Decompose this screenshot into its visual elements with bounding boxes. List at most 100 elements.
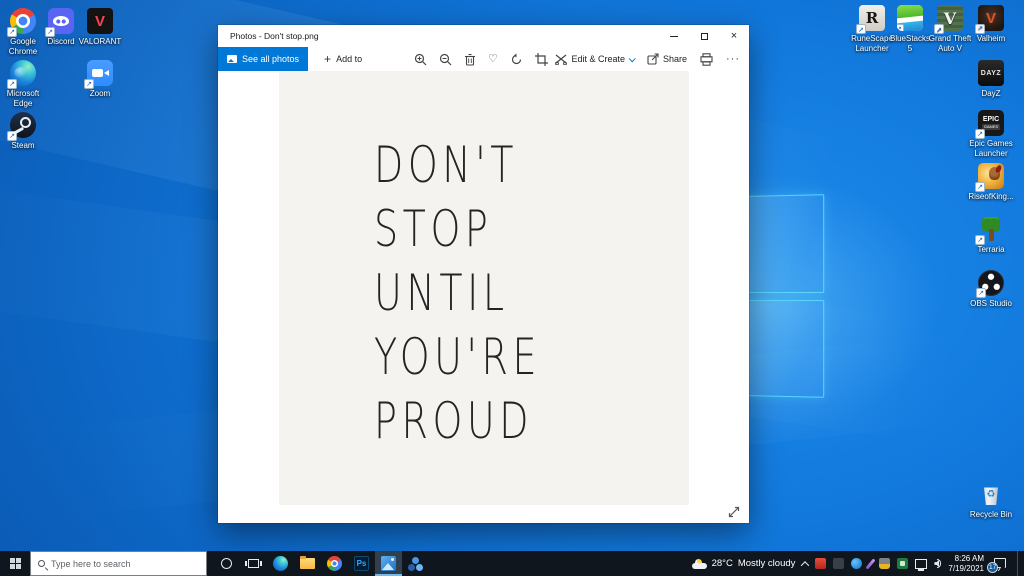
taskbar-search[interactable] (30, 551, 207, 576)
edit-create-icon (555, 53, 567, 65)
taskbar-chrome-button[interactable] (321, 551, 348, 576)
desktop-icon-label: Terraria (977, 245, 1004, 255)
photos-toolbar: See all photos + Add to ♡ (218, 47, 749, 71)
quote-line: YOU'RE (374, 325, 613, 389)
desktop-icon-label: OBS Studio (970, 299, 1012, 309)
desktop-icon-steam[interactable]: ↗ Steam (0, 112, 46, 151)
windows-logo-pane (746, 194, 824, 292)
search-input[interactable] (51, 559, 181, 569)
taskbar: Ps 28°C Mostly cloudy 8:26 AM 7/19/2021 … (0, 551, 1024, 576)
photos-app-window: Photos - Don't stop.png × See all photos… (218, 25, 749, 523)
shortcut-arrow-icon: ↗ (975, 235, 985, 245)
tray-icon-blue[interactable] (851, 558, 862, 569)
desktop-icon-gta-v[interactable]: V↗ Grand Theft Auto V (927, 5, 973, 53)
zoom-in-button[interactable] (414, 53, 427, 66)
epic-games-icon: EPIC GAMES ↗ (978, 110, 1004, 136)
desktop-icon-microsoft-edge[interactable]: ↗ Microsoft Edge (0, 60, 46, 108)
search-icon (38, 560, 45, 567)
maximize-button[interactable] (689, 25, 719, 47)
window-title: Photos - Don't stop.png (218, 31, 659, 41)
weather-condition: Mostly cloudy (738, 558, 796, 569)
photo-dont-stop[interactable]: DON'T STOP UNTIL YOU'RE PROUD (279, 71, 689, 505)
tray-icon-shield[interactable] (879, 558, 890, 569)
zoom-out-button[interactable] (439, 53, 452, 66)
shortcut-arrow-icon: ↗ (7, 131, 17, 141)
tray-icon-pen[interactable] (866, 558, 876, 569)
shortcut-arrow-icon: ↗ (856, 24, 866, 34)
edit-and-create-button[interactable]: Edit & Create (555, 53, 634, 65)
desktop-icon-valheim[interactable]: V↗ Valheim (968, 5, 1014, 44)
shortcut-arrow-icon: ↗ (7, 79, 17, 89)
see-all-photos-button[interactable]: See all photos (218, 47, 308, 71)
taskbar-file-explorer-button[interactable] (294, 551, 321, 576)
tray-icon-red[interactable] (815, 558, 826, 569)
taskbar-weather-widget[interactable]: 28°C Mostly cloudy (692, 558, 796, 569)
minimize-button[interactable] (659, 25, 689, 47)
desktop-icon-recycle-bin[interactable]: ♻ Recycle Bin (968, 481, 1014, 520)
share-button[interactable]: Share (647, 53, 687, 65)
network-icon[interactable] (915, 559, 927, 569)
delete-button[interactable] (464, 53, 476, 66)
close-button[interactable]: × (719, 25, 749, 47)
desktop-icon-epic-games[interactable]: EPIC GAMES ↗ Epic Games Launcher (968, 110, 1014, 158)
quote-line: PROUD (374, 389, 613, 453)
edit-create-label: Edit & Create (571, 54, 625, 64)
rotate-button[interactable] (510, 53, 523, 66)
steam-icon: ↗ (10, 112, 36, 138)
taskbar-photoshop-button[interactable]: Ps (348, 551, 375, 576)
tray-icon-dark[interactable] (833, 558, 844, 569)
fullscreen-button[interactable] (727, 505, 741, 519)
taskbar-cortana-button[interactable] (213, 551, 240, 576)
taskbar-photos-button-active[interactable] (375, 551, 402, 576)
print-button[interactable] (700, 53, 713, 66)
windows-start-icon (10, 558, 21, 569)
desktop-icon-riseofkingdoms[interactable]: ↗ RiseofKing... (968, 163, 1014, 202)
taskbar-edge-button[interactable] (267, 551, 294, 576)
obs-studio-icon: ↗ (978, 270, 1004, 296)
desktop-icon-valorant[interactable]: V VALORANT (77, 8, 123, 47)
quote-line: STOP (374, 197, 613, 261)
favorite-button[interactable]: ♡ (488, 54, 498, 65)
runescape-letter: R (866, 9, 878, 27)
shortcut-arrow-icon: ↗ (975, 182, 985, 192)
desktop-icon-label: VALORANT (79, 37, 122, 47)
plus-icon: + (324, 52, 331, 66)
desktop-icon-zoom[interactable]: ↗ Zoom (77, 60, 123, 99)
shortcut-arrow-icon: ↗ (897, 24, 904, 31)
volume-button[interactable] (934, 559, 941, 568)
photos-app-icon (381, 556, 396, 571)
valheim-icon: V↗ (978, 5, 1004, 31)
taskbar-app-button[interactable] (402, 551, 429, 576)
maximize-icon (701, 33, 708, 40)
taskbar-clock[interactable]: 8:26 AM 7/19/2021 (948, 554, 984, 574)
gta-v-icon: V↗ (937, 5, 963, 31)
show-desktop-button[interactable] (1017, 551, 1021, 576)
shortcut-arrow-icon: ↗ (976, 288, 986, 298)
desktop-icon-dayz[interactable]: DAYZ DayZ (968, 60, 1014, 99)
action-center-button[interactable]: 17 (991, 557, 1008, 571)
window-titlebar[interactable]: Photos - Don't stop.png × (218, 25, 749, 47)
tray-icon-green[interactable] (897, 558, 908, 569)
clock-time: 8:26 AM (948, 554, 984, 564)
desktop-icon-label: Zoom (90, 89, 110, 99)
desktop-icon-label: Grand Theft Auto V (927, 34, 973, 53)
add-to-button[interactable]: + Add to (324, 52, 362, 66)
crop-button[interactable] (535, 53, 548, 66)
start-button[interactable] (0, 551, 30, 576)
chrome-icon: ↗ (10, 8, 36, 34)
desktop-icon-label: Valheim (977, 34, 1005, 44)
taskbar-task-view-button[interactable] (240, 551, 267, 576)
chevron-down-icon (629, 55, 636, 62)
desktop-icon-terraria[interactable]: ↗ Terraria (968, 216, 1014, 255)
tray-overflow-chevron[interactable] (801, 561, 809, 569)
more-options-button[interactable]: ··· (726, 53, 740, 65)
discord-icon: ↗ (48, 8, 74, 34)
edge-icon (273, 556, 288, 571)
file-explorer-icon (300, 558, 315, 569)
weather-temperature: 28°C (712, 558, 733, 569)
blue-triangle-app-icon (408, 557, 423, 571)
task-view-icon (248, 559, 259, 568)
desktop-icon-obs-studio[interactable]: ↗ OBS Studio (968, 270, 1014, 309)
bluestacks-icon: ↗ (897, 5, 923, 31)
quote-line: DON'T (374, 133, 613, 197)
